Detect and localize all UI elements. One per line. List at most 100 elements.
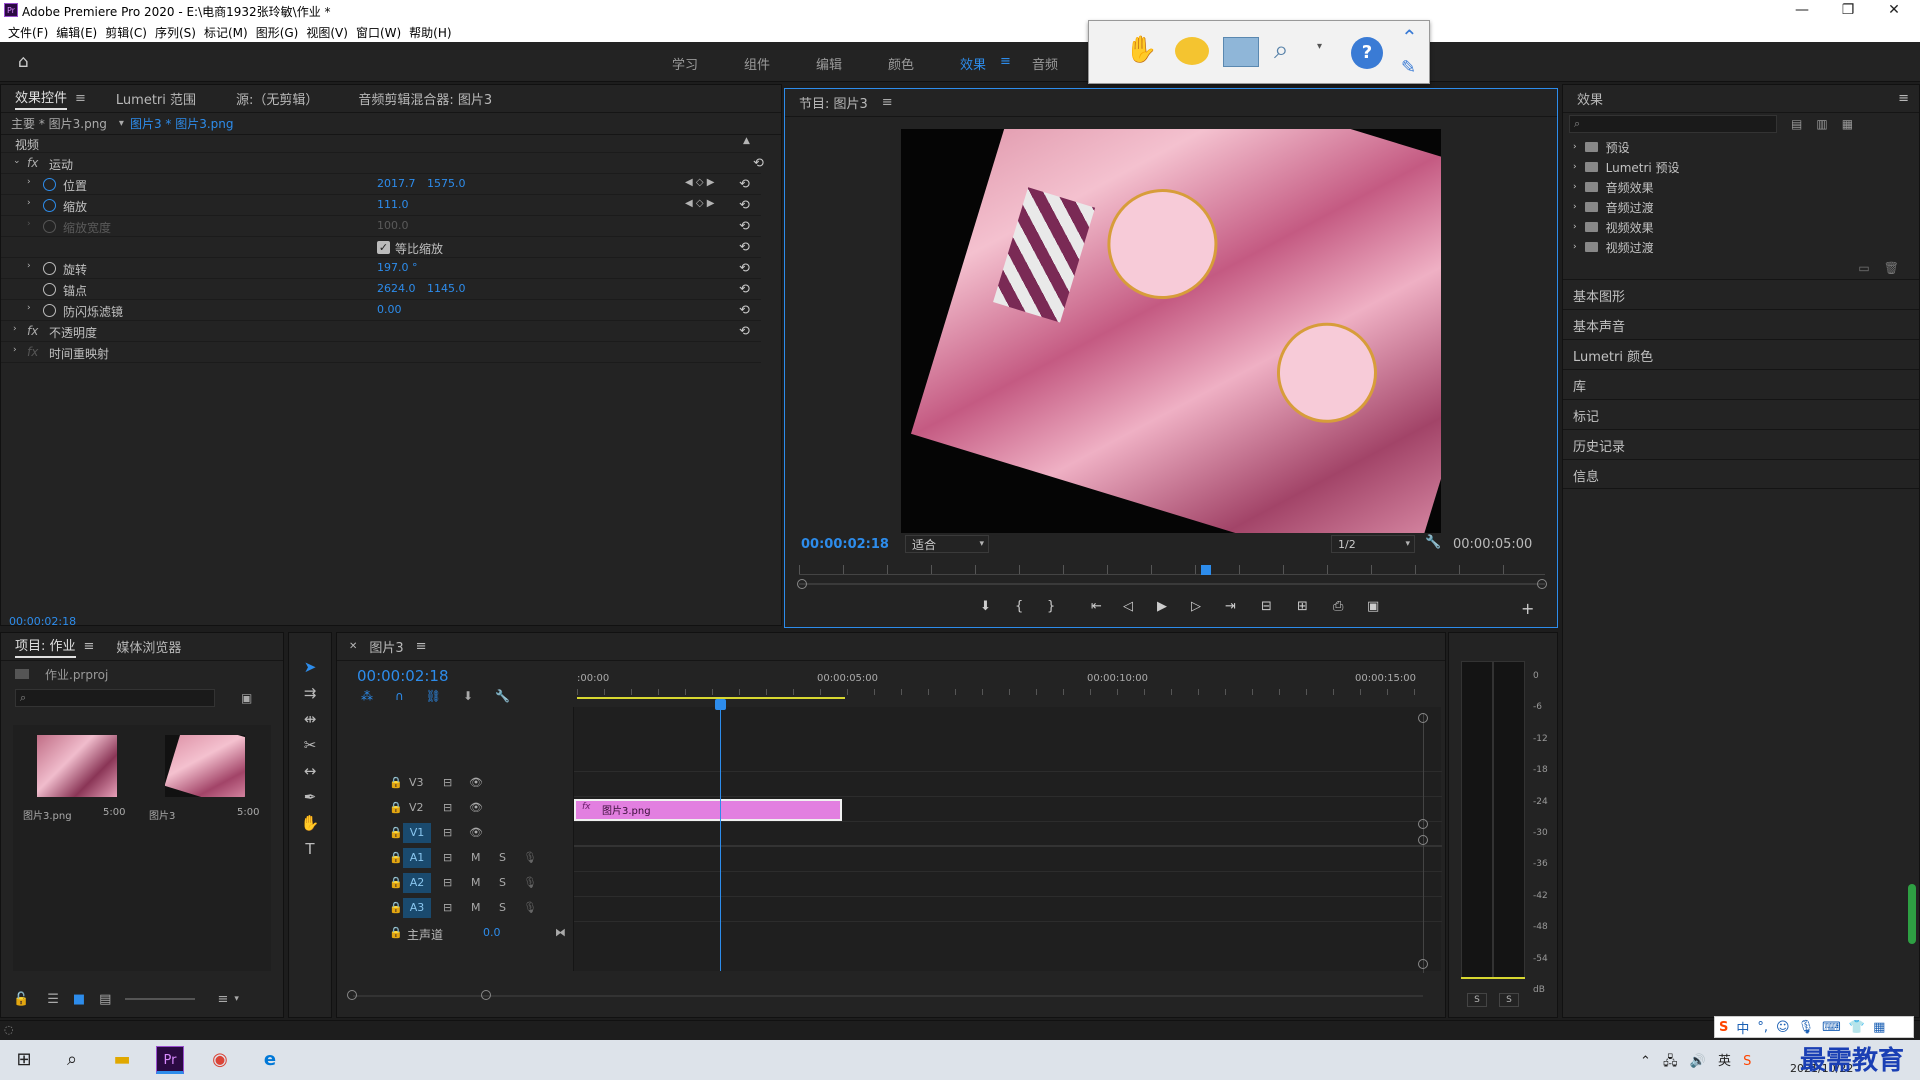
export-frame-icon[interactable]: ⎙ — [1333, 599, 1343, 614]
sync-lock-icon[interactable]: ⊟ — [443, 901, 452, 914]
expand-icon[interactable]: › — [1573, 162, 1577, 172]
workspace-audio[interactable]: 音频 — [1032, 54, 1058, 73]
lock-icon[interactable]: 🔒 — [389, 776, 403, 789]
reset-icon[interactable]: ⟲ — [739, 219, 750, 234]
selection-tool-icon[interactable]: ➤ — [295, 655, 325, 679]
stopwatch-icon[interactable] — [43, 304, 56, 317]
stopwatch-icon[interactable] — [43, 199, 56, 212]
motion-row[interactable]: ⌄ fx 运动 ⟲ — [1, 153, 764, 174]
expand-icon[interactable]: › — [27, 261, 31, 271]
uniform-scale-checkbox[interactable]: ✓ — [377, 241, 390, 254]
expand-icon[interactable]: ⌄ — [13, 156, 21, 166]
extract-icon[interactable]: ⊞ — [1297, 599, 1308, 614]
home-icon[interactable]: ⌂ — [18, 52, 29, 72]
solo-button[interactable]: S — [499, 901, 506, 914]
ime-tray-icon[interactable]: 英 — [1718, 1054, 1731, 1069]
accelerated-effects-icon[interactable]: ▤ — [1791, 117, 1802, 131]
section-info[interactable]: 信息 — [1563, 459, 1919, 489]
eye-icon[interactable]: 👁 — [469, 801, 483, 814]
reset-icon[interactable]: ⟲ — [753, 156, 764, 171]
go-to-out-icon[interactable]: ⇥ — [1225, 599, 1236, 614]
nest-icon[interactable]: ⁂ — [361, 689, 373, 703]
panel-menu-icon[interactable]: ≡ — [416, 639, 427, 654]
track-area[interactable]: fx 图片3.png — [573, 699, 1442, 971]
master-value[interactable]: 0.0 — [483, 926, 501, 939]
expand-icon[interactable]: › — [27, 303, 31, 313]
tab-project[interactable]: 项目: 作业 — [15, 635, 76, 658]
track-label[interactable]: A2 — [403, 873, 431, 893]
eye-icon[interactable]: 👁 — [469, 826, 483, 839]
workspace-color[interactable]: 颜色 — [888, 54, 914, 73]
effects-item-audio-transitions[interactable]: › 音频过渡 — [1563, 197, 1919, 217]
tab-audio-clip-mixer[interactable]: 音频剪辑混合器: 图片3 — [358, 89, 492, 108]
effects-search-input[interactable]: ⌕ — [1569, 115, 1777, 133]
mute-button[interactable]: M — [471, 876, 481, 889]
new-bin-from-search-icon[interactable]: ▣ — [241, 691, 252, 705]
32bit-effects-icon[interactable]: ▥ — [1816, 117, 1827, 131]
comparison-view-icon[interactable]: ▣ — [1367, 599, 1379, 614]
list-view-icon[interactable]: ☰ — [47, 992, 59, 1007]
video-clip[interactable]: fx 图片3.png — [574, 799, 842, 821]
file-explorer-icon[interactable]: ▬ — [108, 1046, 136, 1074]
premiere-taskbar-icon[interactable]: Pr — [156, 1046, 184, 1074]
wrench-icon[interactable]: 🔧 — [1425, 535, 1441, 550]
slip-tool-icon[interactable]: ↔ — [295, 759, 325, 783]
go-to-in-icon[interactable]: ⇤ — [1091, 599, 1102, 614]
section-essential-graphics[interactable]: 基本图形 — [1563, 279, 1919, 309]
fit-dropdown[interactable]: 适合 ▾ — [905, 535, 989, 553]
reset-icon[interactable]: ⟲ — [739, 282, 750, 297]
solo-button[interactable]: S — [499, 876, 506, 889]
tab-effect-controls[interactable]: 效果控件 — [15, 87, 68, 110]
lock-icon[interactable]: 🔒 — [389, 851, 403, 864]
sync-lock-icon[interactable]: ⊟ — [443, 826, 452, 839]
icon-view-icon[interactable]: ■ — [73, 992, 85, 1007]
video-preview[interactable] — [901, 129, 1441, 533]
add-button-icon[interactable]: + — [1521, 599, 1534, 618]
section-markers[interactable]: 标记 — [1563, 399, 1919, 429]
lock-icon[interactable]: 🔒 — [389, 901, 403, 914]
expand-icon[interactable]: › — [1573, 142, 1577, 152]
expand-icon[interactable]: › — [1573, 222, 1577, 232]
panel-menu-icon[interactable]: ≡ — [882, 95, 893, 110]
mic-icon[interactable]: 🎙 — [523, 851, 537, 864]
tab-media-browser[interactable]: 媒体浏览器 — [116, 637, 181, 656]
reset-icon[interactable]: ⟲ — [739, 324, 750, 339]
flicker-value[interactable]: 0.00 — [377, 303, 402, 316]
menu-sequence[interactable]: 序列(S) — [155, 24, 196, 41]
program-scrubber[interactable] — [797, 565, 1547, 595]
menu-window[interactable]: 窗口(W) — [356, 24, 401, 41]
section-lumetri-color[interactable]: Lumetri 颜色 — [1563, 339, 1919, 369]
add-marker-icon[interactable]: ⬇ — [980, 599, 991, 614]
sync-lock-icon[interactable]: ⊟ — [443, 776, 452, 789]
hand-tool-icon[interactable]: ✋ — [1125, 35, 1157, 65]
lock-icon[interactable]: 🔓 — [13, 992, 29, 1007]
sync-lock-icon[interactable]: ⊟ — [443, 801, 452, 814]
tab-lumetri-scopes[interactable]: Lumetri 范围 — [116, 89, 196, 108]
menu-marker[interactable]: 标记(M) — [204, 24, 248, 41]
master-clip-label[interactable]: 主要 * 图片3.png — [11, 115, 107, 132]
workspace-assembly[interactable]: 组件 — [744, 54, 770, 73]
toolbox-icon[interactable]: ▦ — [1873, 1020, 1885, 1035]
workspace-editing[interactable]: 编辑 — [816, 54, 842, 73]
sogou-tray-icon[interactable]: S — [1743, 1054, 1751, 1069]
ripple-edit-tool-icon[interactable]: ⇹ — [295, 707, 325, 731]
reset-icon[interactable]: ⟲ — [739, 198, 750, 213]
expand-icon[interactable]: › — [13, 324, 17, 334]
speaker-icon[interactable]: 🔊 — [1690, 1054, 1706, 1069]
mic-icon[interactable]: 🎙 — [523, 901, 537, 914]
expand-icon[interactable]: › — [13, 345, 17, 355]
edge-icon[interactable]: e — [256, 1046, 284, 1074]
work-area-bar[interactable] — [577, 697, 845, 699]
project-search-input[interactable]: ⌕ — [15, 689, 215, 707]
sync-lock-icon[interactable]: ⊟ — [443, 876, 452, 889]
network-icon[interactable]: 🖧 — [1663, 1054, 1678, 1069]
keyframe-nav-icon[interactable]: ◀ ◇ ▶ — [685, 198, 714, 209]
close-tab-icon[interactable]: ✕ — [349, 641, 357, 652]
chevron-down-icon[interactable]: ▾ — [234, 994, 239, 1004]
expand-icon[interactable]: › — [1573, 182, 1577, 192]
emoji-icon[interactable]: ☺ — [1776, 1020, 1790, 1035]
effects-item-video-transitions[interactable]: › 视频过渡 — [1563, 237, 1919, 257]
effect-controls-timecode[interactable]: 00:00:02:18 — [9, 615, 76, 628]
mute-button[interactable]: M — [471, 901, 481, 914]
track-label[interactable]: A1 — [403, 848, 431, 868]
